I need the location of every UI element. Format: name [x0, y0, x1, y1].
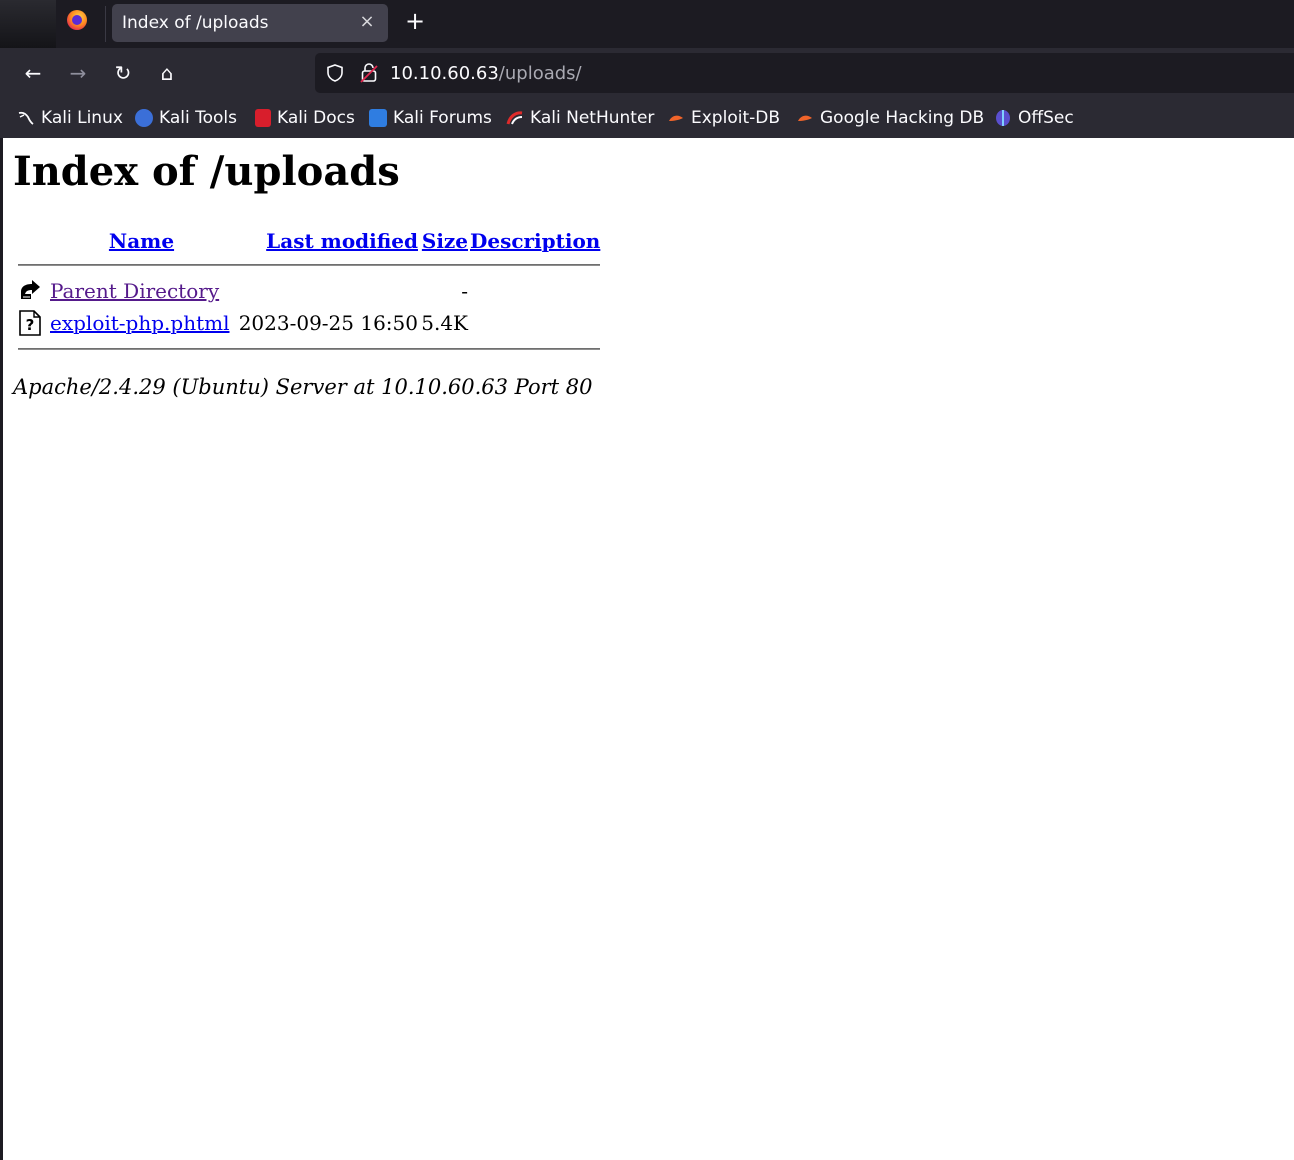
kali-nethunter-icon	[506, 111, 523, 125]
tab-bar-left-area	[0, 0, 56, 48]
sort-by-name-link[interactable]: Name	[109, 229, 174, 253]
bookmark-label: Google Hacking DB	[820, 108, 985, 128]
bookmark-offsec[interactable]: OffSec	[994, 107, 1074, 129]
row-description-cell	[470, 276, 600, 306]
bookmark-label: Kali Docs	[277, 108, 355, 128]
row-name-cell: exploit-php.phtml	[50, 308, 233, 338]
table-separator-row	[18, 256, 601, 274]
new-tab-button[interactable]: +	[403, 8, 427, 36]
row-size-cell: 5.4K	[421, 311, 468, 335]
tab-bar: Index of /uploads × +	[0, 0, 1294, 48]
kali-dragon-icon	[18, 111, 34, 125]
home-button[interactable]: ⌂	[155, 61, 179, 85]
table-header-row: Name Last modified Size Description	[18, 228, 600, 254]
parent-directory-link[interactable]: Parent Directory	[50, 279, 219, 303]
server-signature: Apache/2.4.29 (Ubuntu) Server at 10.10.6…	[13, 375, 593, 399]
forward-button[interactable]: →	[66, 61, 90, 85]
horizontal-rule	[18, 348, 601, 350]
offsec-icon	[996, 110, 1010, 126]
file-link-exploit-php[interactable]: exploit-php.phtml	[50, 311, 229, 335]
exploit-db-icon	[669, 115, 683, 121]
table-separator-row	[18, 340, 601, 358]
row-description-cell	[470, 308, 600, 338]
row-size-cell: -	[461, 279, 468, 303]
insecure-lock-icon[interactable]	[359, 62, 379, 84]
close-tab-icon[interactable]: ×	[356, 10, 378, 34]
bookmark-label: Exploit-DB	[691, 108, 780, 128]
bookmark-label: Kali Linux	[41, 108, 123, 128]
bookmarks-toolbar: Kali Linux Kali Tools Kali Docs Kali For…	[0, 98, 1294, 138]
bookmark-label: OffSec	[1018, 108, 1074, 128]
reload-button[interactable]: ↻	[111, 61, 135, 85]
ghdb-icon	[798, 115, 812, 121]
directory-listing-table: Name Last modified Size Description Pare…	[16, 226, 602, 360]
tab-separator	[105, 6, 106, 42]
column-header-last-modified: Last modified	[235, 228, 418, 254]
table-row: Parent Directory -	[18, 276, 600, 306]
bookmark-kali-forums[interactable]: Kali Forums	[369, 107, 492, 129]
bookmark-kali-tools[interactable]: Kali Tools	[135, 107, 237, 129]
bookmark-label: Kali Forums	[393, 108, 492, 128]
sort-by-last-modified-link[interactable]: Last modified	[266, 229, 418, 253]
sort-by-size-link[interactable]: Size	[422, 229, 468, 253]
kali-docs-icon	[255, 109, 271, 127]
tab-title: Index of /uploads	[122, 13, 269, 33]
bookmark-kali-linux[interactable]: Kali Linux	[17, 107, 123, 129]
back-button[interactable]: ←	[21, 61, 45, 85]
url-text[interactable]: 10.10.60.63/uploads/	[390, 63, 582, 84]
url-host: 10.10.60.63	[390, 63, 499, 84]
row-name-cell: Parent Directory	[50, 276, 233, 306]
bookmark-label: Kali NetHunter	[530, 108, 655, 128]
bookmark-kali-docs[interactable]: Kali Docs	[255, 107, 355, 129]
bookmark-exploit-db[interactable]: Exploit-DB	[667, 107, 780, 129]
url-path: /uploads/	[498, 63, 582, 84]
unknown-file-icon: ?	[19, 310, 41, 337]
table-separator	[18, 340, 601, 358]
table-separator	[18, 256, 601, 274]
page-title: Index of /uploads	[13, 148, 400, 195]
bookmark-google-hacking-db[interactable]: Google Hacking DB	[796, 107, 984, 129]
kali-tools-icon	[135, 109, 153, 127]
svg-text:?: ?	[26, 316, 35, 334]
page-content: Index of /uploads Name Last modified Siz…	[3, 138, 1294, 1160]
table-row: ? exploit-php.phtml 2023-09-25 16:50 5.4…	[18, 308, 600, 338]
sort-by-description-link[interactable]: Description	[470, 229, 600, 253]
row-last-modified-cell: 2023-09-25 16:50	[238, 311, 418, 335]
kali-forums-icon	[369, 109, 387, 127]
tab-index-of-uploads[interactable]: Index of /uploads ×	[112, 4, 388, 42]
navigation-toolbar: ← → ↻ ⌂ 10.10.60.63/uploads/	[0, 48, 1294, 98]
column-header-name: Name	[50, 228, 233, 254]
bookmark-label: Kali Tools	[159, 108, 237, 128]
parent-directory-icon	[21, 280, 40, 300]
row-last-modified-cell	[235, 276, 418, 306]
row-icon-cell	[18, 276, 48, 306]
column-header-description: Description	[470, 228, 600, 254]
bookmark-kali-nethunter[interactable]: Kali NetHunter	[506, 107, 654, 129]
horizontal-rule	[18, 264, 601, 266]
tracking-protection-shield-icon[interactable]	[325, 63, 345, 83]
column-header-size: Size	[420, 228, 468, 254]
firefox-icon[interactable]	[67, 10, 87, 30]
row-icon-cell: ?	[18, 308, 48, 338]
address-bar[interactable]: 10.10.60.63/uploads/	[315, 53, 1294, 93]
icon-column-header	[18, 228, 48, 254]
